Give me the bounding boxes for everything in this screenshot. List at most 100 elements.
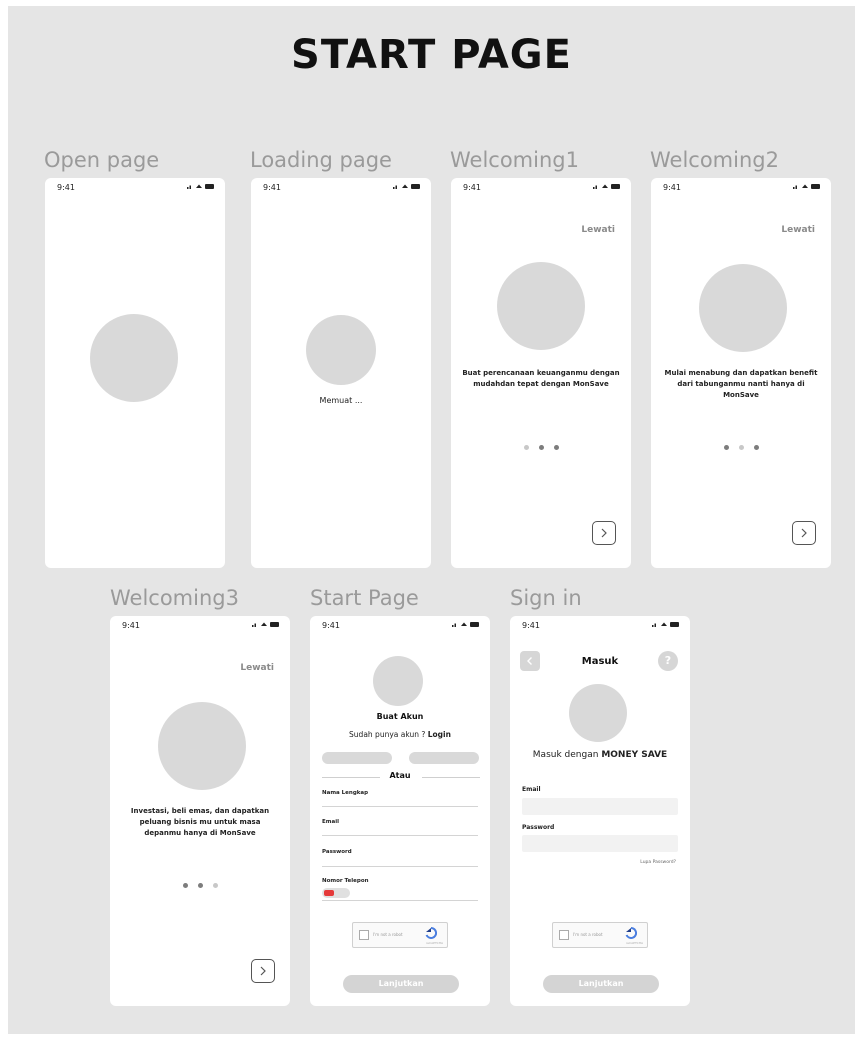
page-title: START PAGE xyxy=(291,32,572,78)
email-field[interactable] xyxy=(322,835,478,836)
status-icons xyxy=(252,622,279,627)
phone-loading-page: 9:41 Memuat ... xyxy=(251,178,431,568)
skip-link[interactable]: Lewati xyxy=(581,225,615,235)
frame-label-welcoming1: Welcoming1 xyxy=(450,148,579,172)
social-login-button-1[interactable] xyxy=(322,752,392,764)
status-time: 9:41 xyxy=(57,183,75,192)
status-time: 9:41 xyxy=(263,183,281,192)
help-button[interactable]: ? xyxy=(658,651,678,671)
captcha-label: I'm not a robot xyxy=(373,932,403,937)
illustration-placeholder xyxy=(699,264,787,352)
recaptcha-icon xyxy=(625,927,637,939)
skip-link[interactable]: Lewati xyxy=(781,225,815,235)
pagination-dot-active[interactable] xyxy=(723,445,729,450)
frame-label-loading: Loading page xyxy=(250,148,392,172)
password-field[interactable] xyxy=(322,866,478,867)
logo-placeholder xyxy=(306,315,376,385)
next-button[interactable] xyxy=(592,521,616,545)
chevron-right-icon xyxy=(260,966,266,976)
captcha-widget[interactable]: I'm not a robot reCAPTCHA xyxy=(552,922,648,948)
frame-label-signin: Sign in xyxy=(510,586,582,610)
pagination-dots[interactable] xyxy=(451,445,631,451)
country-code-selector[interactable] xyxy=(322,888,350,898)
captcha-brand: reCAPTCHA xyxy=(625,941,643,945)
status-icons xyxy=(793,184,820,189)
email-input[interactable] xyxy=(522,798,678,815)
pagination-dot-active[interactable] xyxy=(182,883,188,888)
recaptcha-icon xyxy=(425,927,437,939)
phone-open-page: 9:41 xyxy=(45,178,225,568)
field-label-password: Password xyxy=(322,849,352,855)
status-icons xyxy=(452,622,479,627)
onboarding-caption: Buat perencanaan keuanganmu dengan mudah… xyxy=(462,369,620,388)
login-prompt: Sudah punya akun ? Login xyxy=(310,730,490,739)
pagination-dot[interactable] xyxy=(553,445,559,450)
password-label: Password xyxy=(522,824,555,831)
password-input[interactable] xyxy=(522,835,678,852)
signin-subtitle: Masuk dengan MONEY SAVE xyxy=(510,750,690,760)
chevron-right-icon xyxy=(601,528,607,538)
illustration-placeholder xyxy=(497,262,585,350)
phone-start-page: 9:41 Buat Akun Sudah punya akun ? Login … xyxy=(310,616,490,1006)
phone-field[interactable] xyxy=(322,900,478,901)
next-button[interactable] xyxy=(792,521,816,545)
phone-welcoming3: 9:41 Lewati Investasi, beli emas, dan da… xyxy=(110,616,290,1006)
onboarding-caption: Investasi, beli emas, dan dapatkan pelua… xyxy=(130,807,270,837)
avatar-placeholder xyxy=(373,656,423,706)
status-icons xyxy=(593,184,620,189)
pagination-dot[interactable] xyxy=(753,445,759,450)
captcha-widget[interactable]: I'm not a robot reCAPTCHA xyxy=(352,922,448,948)
pagination-dot[interactable] xyxy=(523,445,529,450)
frame-label-welcoming2: Welcoming2 xyxy=(650,148,779,172)
name-field[interactable] xyxy=(322,806,478,807)
forgot-password-link[interactable]: Lupa Password? xyxy=(640,860,676,865)
login-link[interactable]: Login xyxy=(428,730,451,739)
status-icons xyxy=(652,622,679,627)
logo-placeholder xyxy=(90,314,178,402)
status-time: 9:41 xyxy=(463,183,481,192)
onboarding-caption: Mulai menabung dan dapatkan benefit dari… xyxy=(664,369,818,399)
pagination-dots[interactable] xyxy=(651,445,831,451)
phone-welcoming1: 9:41 Lewati Buat perencanaan keuanganmu … xyxy=(451,178,631,568)
captcha-brand: reCAPTCHA xyxy=(425,941,443,945)
flag-icon xyxy=(324,890,334,896)
divider-line xyxy=(422,777,480,778)
canvas: START PAGE Open page Loading page Welcom… xyxy=(8,6,855,1034)
status-time: 9:41 xyxy=(663,183,681,192)
pagination-dot[interactable] xyxy=(197,883,203,888)
field-label-phone: Nomor Telepon xyxy=(322,878,369,884)
chevron-right-icon xyxy=(801,528,807,538)
loading-text: Memuat ... xyxy=(319,396,363,405)
captcha-checkbox[interactable] xyxy=(359,930,369,940)
captcha-checkbox[interactable] xyxy=(559,930,569,940)
signin-subtitle-prefix: Masuk dengan xyxy=(532,750,599,760)
captcha-label: I'm not a robot xyxy=(573,932,603,937)
divider-text: Atau xyxy=(389,771,411,780)
frame-label-open: Open page xyxy=(44,148,160,172)
signin-subtitle-brand: MONEY SAVE xyxy=(601,750,668,760)
status-time: 9:41 xyxy=(522,621,540,630)
status-icons xyxy=(393,184,420,189)
frame-label-welcoming3: Welcoming3 xyxy=(110,586,239,610)
pagination-dots[interactable] xyxy=(110,883,290,889)
continue-button[interactable]: Lanjutkan xyxy=(543,975,659,993)
status-icons xyxy=(187,184,214,189)
illustration-placeholder xyxy=(158,702,246,790)
email-label: Email xyxy=(522,786,541,793)
signup-heading: Buat Akun xyxy=(376,712,424,721)
pagination-dot[interactable] xyxy=(212,883,218,888)
status-time: 9:41 xyxy=(322,621,340,630)
pagination-dot-active[interactable] xyxy=(538,445,544,450)
frame-label-start: Start Page xyxy=(310,586,419,610)
social-login-button-2[interactable] xyxy=(409,752,479,764)
field-label-email: Email xyxy=(322,819,339,825)
skip-link[interactable]: Lewati xyxy=(240,663,274,673)
field-label-name: Nama Lengkap xyxy=(322,790,369,796)
continue-button[interactable]: Lanjutkan xyxy=(343,975,459,993)
login-prompt-text: Sudah punya akun ? xyxy=(349,730,426,739)
status-time: 9:41 xyxy=(122,621,140,630)
pagination-dot[interactable] xyxy=(738,445,744,450)
avatar-placeholder xyxy=(569,684,627,742)
phone-sign-in: 9:41 Masuk ? Masuk dengan MONEY SAVE Ema… xyxy=(510,616,690,1006)
next-button[interactable] xyxy=(251,959,275,983)
